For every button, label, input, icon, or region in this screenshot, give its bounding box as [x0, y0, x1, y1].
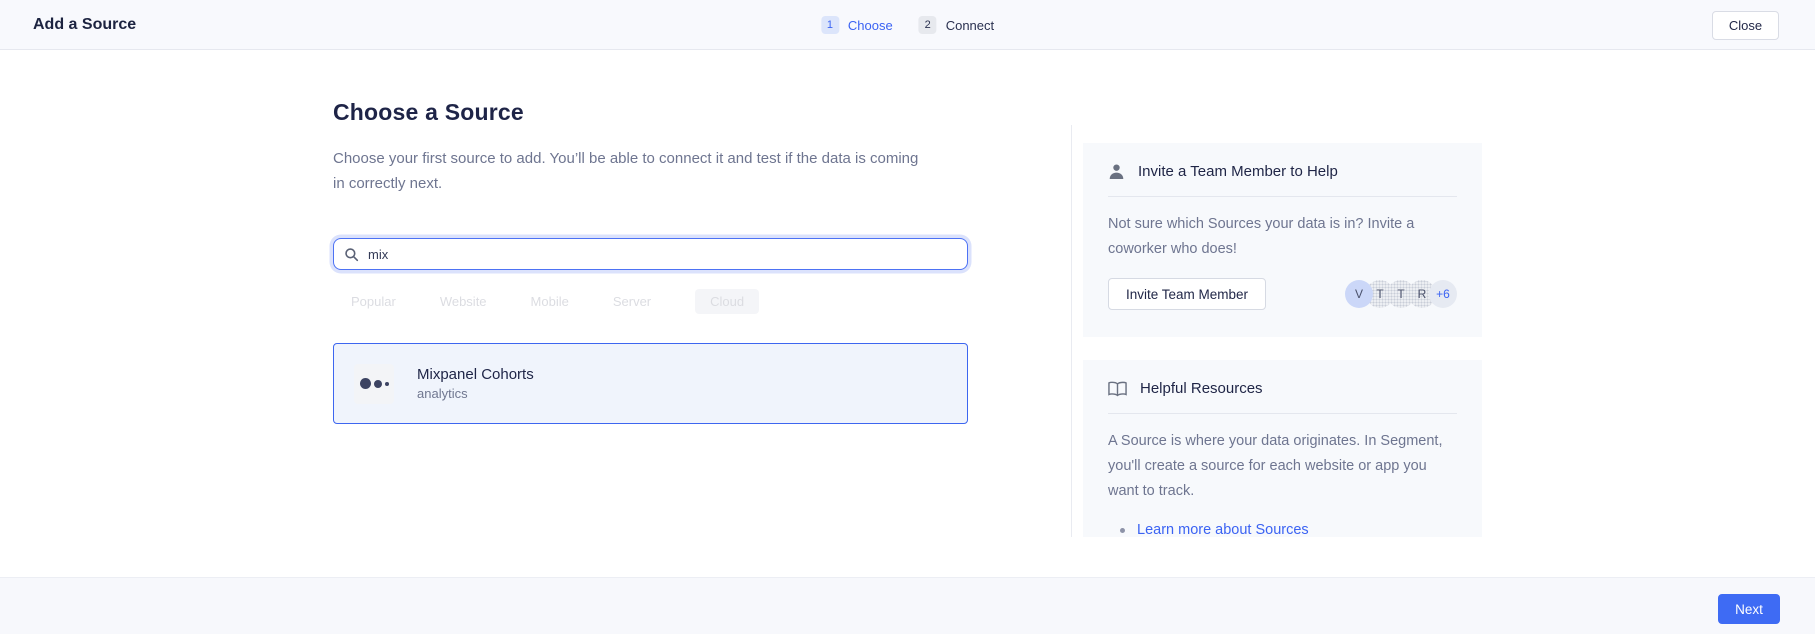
invite-panel-header: Invite a Team Member to Help [1108, 163, 1457, 180]
page-title: Add a Source [33, 0, 136, 50]
source-result-mixpanel-cohorts[interactable]: Mixpanel Cohorts analytics [333, 343, 968, 424]
resources-panel-header: Helpful Resources [1108, 380, 1457, 397]
search-icon [344, 247, 359, 262]
step-connect-number: 2 [919, 16, 937, 34]
bullet-icon [1120, 528, 1125, 533]
source-result-text: Mixpanel Cohorts analytics [417, 366, 534, 401]
divider [1108, 413, 1457, 414]
tab-mobile[interactable]: Mobile [531, 294, 569, 309]
close-button[interactable]: Close [1712, 11, 1779, 40]
team-avatar-stack: V T T R +6 [1345, 280, 1457, 308]
sidebar-divider [1071, 125, 1072, 537]
step-choose[interactable]: 1 Choose [821, 16, 893, 34]
next-button[interactable]: Next [1718, 594, 1780, 624]
wizard-header: Add a Source 1 Choose 2 Connect Close [0, 0, 1815, 50]
wizard-steps: 1 Choose 2 Connect [821, 0, 994, 50]
step-connect-label: Connect [946, 18, 994, 33]
mixpanel-logo-icon [354, 364, 394, 404]
divider [1108, 196, 1457, 197]
tab-server[interactable]: Server [613, 294, 651, 309]
invite-panel: Invite a Team Member to Help Not sure wh… [1083, 143, 1482, 337]
invite-panel-body: Not sure which Sources your data is in? … [1108, 212, 1454, 262]
invite-team-member-button[interactable]: Invite Team Member [1108, 278, 1266, 310]
source-search[interactable] [333, 238, 968, 270]
invite-panel-title: Invite a Team Member to Help [1138, 163, 1338, 180]
step-choose-number: 1 [821, 16, 839, 34]
resource-link-item: Learn more about Sources [1108, 522, 1457, 537]
tab-popular[interactable]: Popular [351, 294, 396, 309]
tab-website[interactable]: Website [440, 294, 487, 309]
page-heading: Choose a Source [333, 99, 524, 126]
resources-panel-title: Helpful Resources [1140, 380, 1263, 397]
source-name: Mixpanel Cohorts [417, 366, 534, 383]
avatar: V [1345, 280, 1373, 308]
page-description: Choose your first source to add. You’ll … [333, 146, 933, 196]
source-category: analytics [417, 386, 534, 401]
avatar-overflow-count: +6 [1429, 280, 1457, 308]
book-icon [1108, 381, 1127, 397]
category-tabs: Popular Website Mobile Server Cloud [351, 289, 759, 314]
step-choose-label: Choose [848, 18, 893, 33]
wizard-footer: Next [0, 577, 1815, 634]
search-input[interactable] [368, 247, 957, 262]
resources-panel: Helpful Resources A Source is where your… [1083, 360, 1482, 537]
learn-more-sources-link[interactable]: Learn more about Sources [1137, 522, 1309, 537]
person-icon [1108, 163, 1125, 180]
resources-panel-body: A Source is where your data originates. … [1108, 429, 1454, 504]
tab-cloud[interactable]: Cloud [695, 289, 759, 314]
step-connect[interactable]: 2 Connect [919, 16, 994, 34]
